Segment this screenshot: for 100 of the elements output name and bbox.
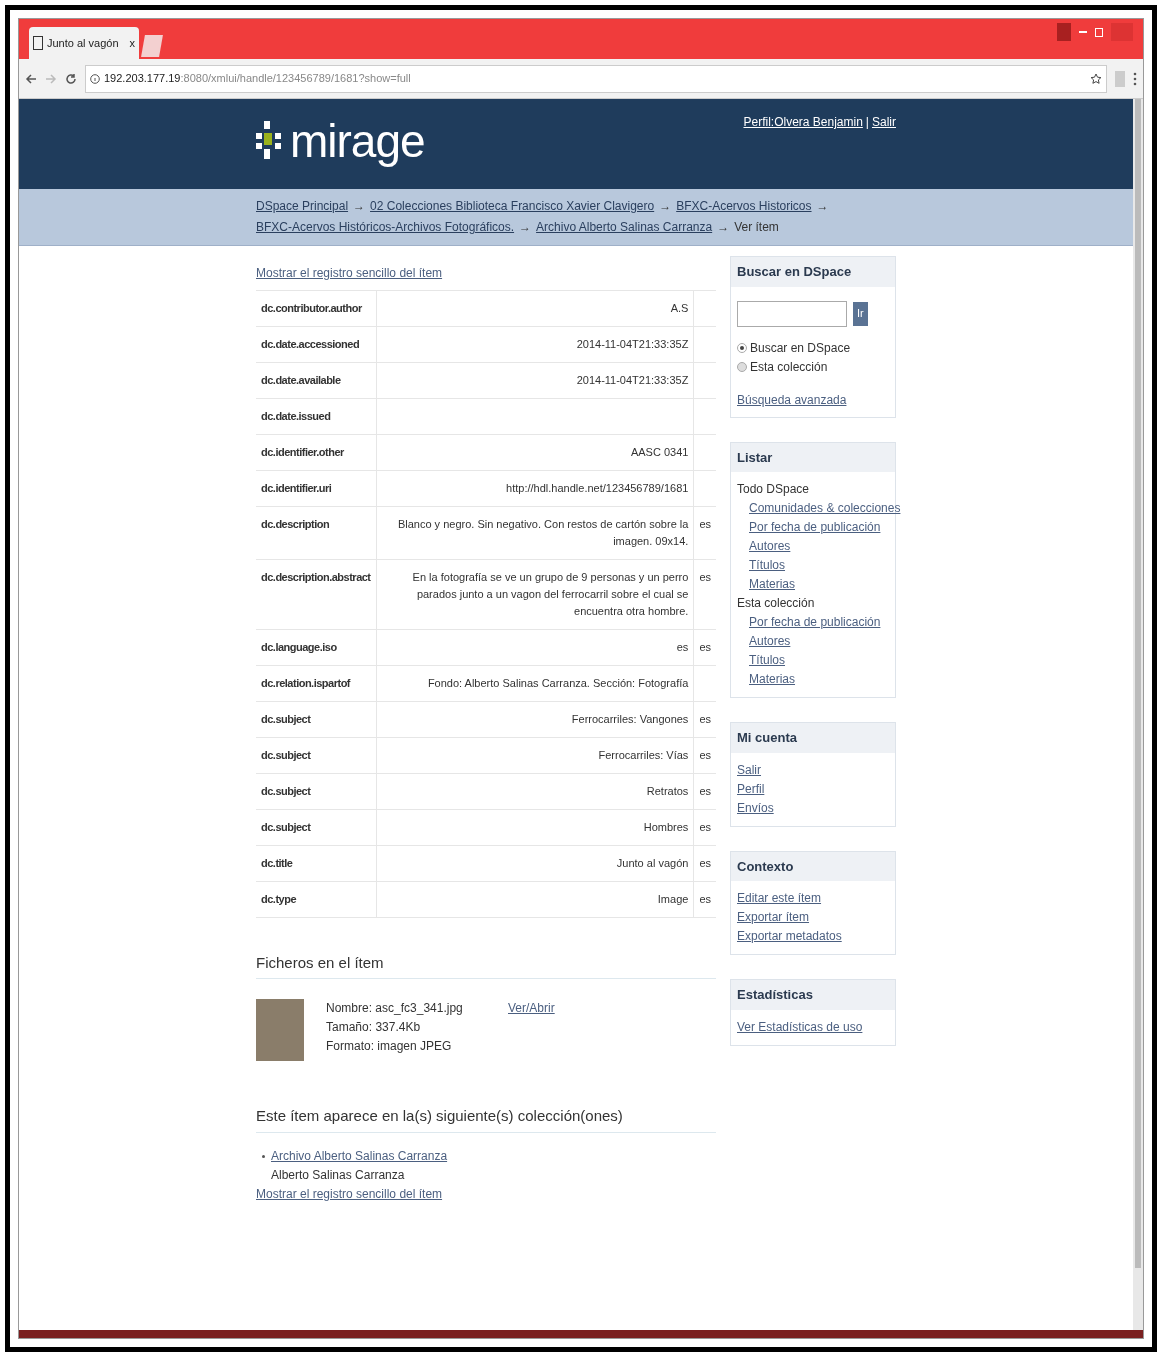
breadcrumb-link[interactable]: DSpace Principal — [256, 196, 349, 217]
simple-record-link[interactable]: Mostrar el registro sencillo del ítem — [256, 1184, 443, 1203]
field-value-cell: Junto al vagón — [376, 845, 694, 881]
breadcrumb-arrow: → — [353, 198, 366, 215]
logo-mark-icon — [256, 121, 282, 161]
breadcrumb-arrow: → — [717, 219, 730, 236]
field-value-cell: Blanco y negro. Sin negativo. Con restos de cartón sobre la imagen. 09x14. — [376, 506, 694, 559]
profile-link[interactable]: Perfil:Olvera Benjamin — [743, 113, 863, 189]
field-name-cell: dc.type — [256, 881, 377, 917]
go-button[interactable]: Ir — [853, 301, 868, 326]
field-name-cell: dc.description — [256, 506, 377, 559]
sidebar-link[interactable]: Salir — [737, 760, 761, 780]
field-name-cell: dc.subject — [256, 773, 377, 809]
advanced-search-link[interactable]: Búsqueda avanzada — [737, 390, 847, 409]
tab-title: Junto al vagón — [47, 35, 120, 51]
radio-label: Esta colección — [750, 358, 828, 376]
field-value-cell: 2014-11-04T21:33:35Z — [376, 362, 694, 399]
breadcrumb-link[interactable]: BFXC-Acervos Historicos — [676, 196, 812, 217]
language-cell: es — [693, 629, 716, 665]
language-cell: es — [693, 773, 716, 809]
browser-tab[interactable]: Junto al vagón x — [29, 27, 139, 59]
browse-group-label: Todo DSpace — [737, 481, 811, 498]
reload-icon[interactable] — [65, 72, 77, 85]
collections-heading: Este ítem aparece en la(s) siguiente(s) colección(ones) — [256, 1105, 716, 1133]
panel-title: Mi cuenta — [731, 723, 895, 753]
radio-button[interactable] — [737, 362, 747, 372]
star-icon[interactable] — [1090, 72, 1102, 85]
field-value-cell: Image — [376, 881, 694, 917]
breadcrumb-link[interactable]: BFXC-Acervos Históricos-Archivos Fotográficos. — [256, 217, 515, 238]
language-cell: es — [693, 701, 716, 737]
field-name-cell: dc.language.iso — [256, 629, 377, 665]
field-name-cell: dc.identifier.other — [256, 434, 377, 470]
new-tab-button[interactable] — [141, 35, 163, 57]
file-info-line: Tamaño: 337.4Kb — [326, 1019, 422, 1036]
sidebar-link[interactable]: Ver Estadísticas de uso — [737, 1017, 863, 1037]
field-value-cell: Ferrocarriles: Vías — [376, 737, 694, 773]
file-info-line: Nombre: asc_fc3_341.jpg — [326, 1000, 464, 1017]
collection-description: Alberto Salinas Carranza — [271, 1166, 406, 1184]
sidebar-link[interactable]: Editar este ítem — [737, 889, 822, 908]
breadcrumb-current: Ver ítem — [734, 219, 779, 236]
radio-label: Buscar en DSpace — [750, 339, 851, 357]
field-name-cell: dc.subject — [256, 737, 377, 773]
url-text: 192.203.177.19:8080/xmlui/handle/123456789/1681?show=full — [104, 71, 411, 87]
field-value-cell: A.S — [376, 290, 694, 327]
collection-link[interactable]: Archivo Alberto Salinas Carranza — [271, 1146, 448, 1166]
menu-icon[interactable] — [1133, 71, 1137, 86]
tab-close-button[interactable]: x — [129, 34, 135, 52]
language-cell: es — [693, 845, 716, 881]
field-value-cell: En la fotografía se ve un grupo de 9 personas y un perro parados junto a un vagon del ferrocarril sobre el cual se encuentra otra hombre. — [376, 559, 694, 629]
field-value-cell: es — [376, 629, 694, 665]
field-name-cell: dc.subject — [256, 809, 377, 845]
photo-placeholder — [256, 999, 304, 1061]
panel-title: Listar — [731, 442, 895, 472]
browse-link[interactable]: Comunidades & colecciones — [749, 499, 901, 518]
files-heading: Ficheros en el ítem — [256, 951, 716, 979]
field-value-cell: Ferrocarriles: Vangones — [376, 701, 694, 737]
language-cell: es — [693, 881, 716, 917]
field-value-cell: http://hdl.handle.net/123456789/1681 — [376, 470, 694, 506]
browse-link[interactable]: Por fecha de publicación — [749, 518, 881, 537]
breadcrumb-link[interactable]: 02 Colecciones Biblioteca Francisco Xavier Clavigero — [370, 196, 655, 217]
language-cell: es — [693, 809, 716, 845]
breadcrumb-arrow: → — [659, 198, 672, 215]
breadcrumb-link[interactable]: Archivo Alberto Salinas Carranza — [536, 217, 713, 238]
logout-link[interactable]: Salir — [872, 113, 896, 189]
field-name-cell: dc.description.abstract — [256, 559, 377, 629]
forward-icon[interactable] — [45, 72, 57, 85]
back-icon[interactable] — [25, 72, 37, 85]
breadcrumb-arrow: → — [519, 219, 532, 236]
field-value-cell: Retratos — [376, 773, 694, 809]
sidebar-link[interactable]: Envíos — [737, 798, 774, 818]
view-open-link[interactable]: Ver/Abrir — [508, 999, 555, 1017]
site-logo[interactable]: mirage — [256, 113, 425, 169]
search-field[interactable] — [737, 300, 847, 327]
field-name-cell: dc.subject — [256, 701, 377, 737]
radio-button[interactable] — [737, 343, 747, 353]
panel-title: Estadísticas — [731, 980, 895, 1010]
simple-record-link[interactable]: Mostrar el registro sencillo del ítem — [256, 264, 716, 282]
browse-link[interactable]: Autores — [749, 632, 791, 651]
site-icon — [33, 36, 43, 50]
language-cell: es — [693, 559, 716, 629]
sidebar-link[interactable]: Exportar metadatos — [737, 927, 842, 946]
browse-link[interactable]: Títulos — [749, 556, 785, 575]
browse-link[interactable]: Por fecha de publicación — [749, 613, 881, 632]
browse-link[interactable]: Autores — [749, 537, 791, 556]
field-value-cell: 2014-11-04T21:33:35Z — [376, 326, 694, 363]
field-value-cell: Hombres — [376, 809, 694, 845]
panel-title: Contexto — [731, 851, 895, 881]
field-name-cell: dc.identifier.uri — [256, 470, 377, 506]
browse-link[interactable]: Materias — [749, 575, 795, 594]
browse-link[interactable]: Materias — [749, 670, 795, 689]
browse-link[interactable]: Títulos — [749, 651, 785, 670]
restore-icon[interactable] — [1095, 27, 1103, 37]
field-name-cell: dc.date.issued — [256, 398, 377, 434]
sidebar-link[interactable]: Exportar ítem — [737, 908, 810, 927]
address-field[interactable]: 192.203.177.19:8080/xmlui/handle/123456789/1681?show=full — [85, 64, 1107, 93]
panel-title: Buscar en DSpace — [731, 257, 895, 287]
info-icon[interactable] — [90, 73, 100, 84]
sidebar-link[interactable]: Perfil — [737, 779, 765, 799]
extension-icon[interactable] — [1115, 70, 1125, 87]
field-value-cell: AASC 0341 — [376, 434, 694, 470]
